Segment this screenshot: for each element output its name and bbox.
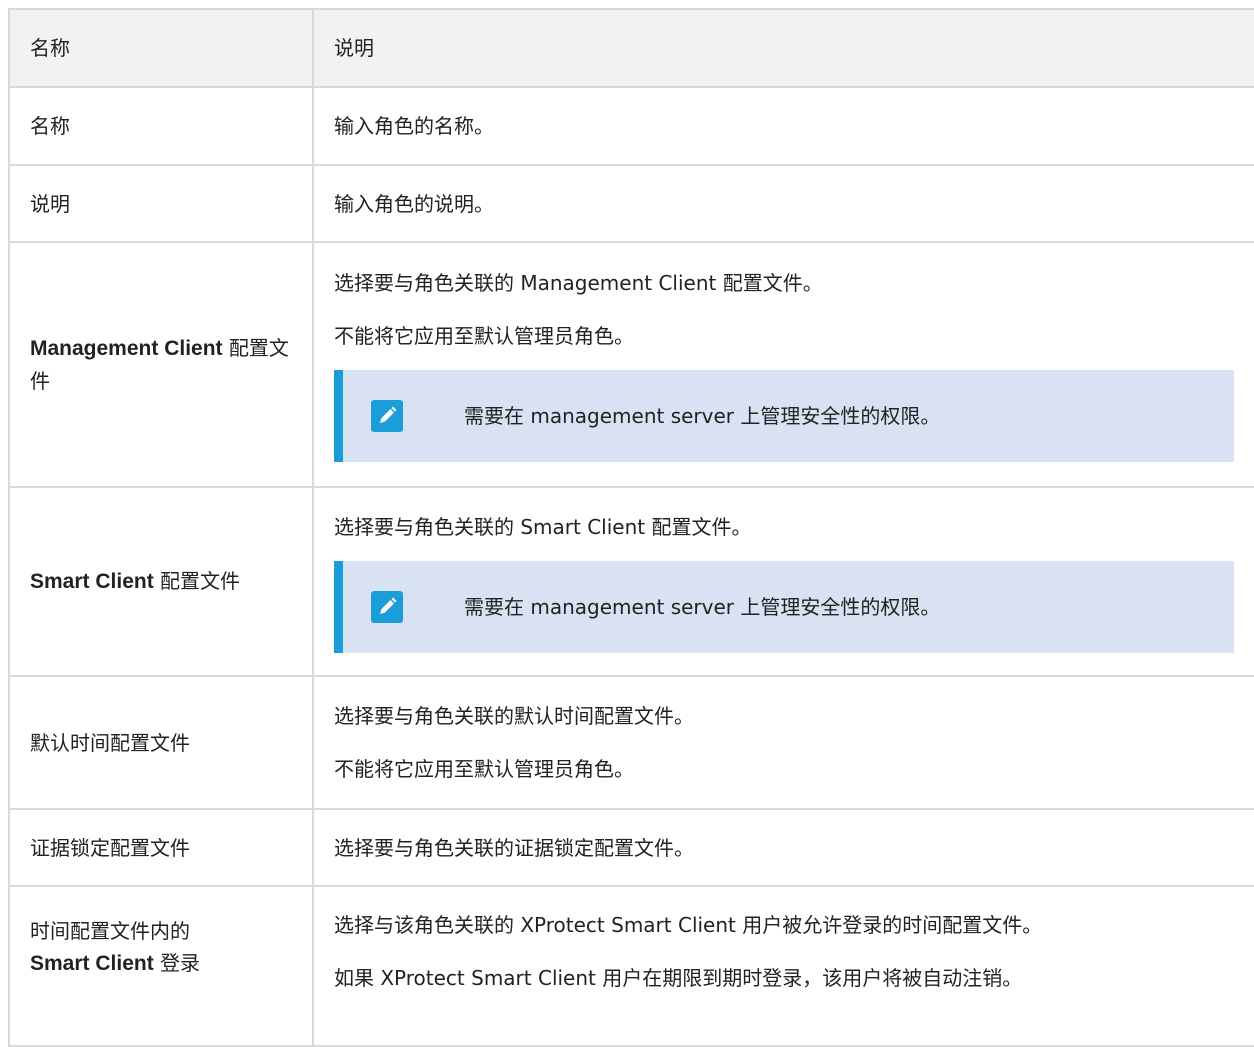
row-desc-cell: 选择要与角色关联的默认时间配置文件。 不能将它应用至默认管理员角色。	[312, 675, 1254, 810]
header-name: 名称	[8, 8, 314, 88]
row-desc-cell: 输入角色的名称。	[312, 86, 1254, 166]
desc-text: 输入角色的说明。	[334, 191, 494, 216]
desc-text: 选择要与角色关联的证据锁定配置文件。	[334, 835, 694, 860]
row-desc-cell: 选择要与角色关联的 Smart Client 配置文件。 需要在 managem…	[312, 486, 1254, 677]
desc-text: 选择要与角色关联的默认时间配置文件。	[334, 704, 694, 728]
name-rest: 配置文件	[153, 569, 241, 593]
desc-text: 不能将它应用至默认管理员角色。	[334, 324, 634, 348]
row-name-cell: Management Client 配置文件	[8, 241, 314, 488]
desc-text: 如果 XProtect Smart Client 用户在期限到期时登录，该用户将…	[334, 966, 1023, 990]
row-desc-cell: 选择要与角色关联的 Management Client 配置文件。 不能将它应用…	[312, 241, 1254, 488]
pencil-icon	[371, 590, 403, 623]
name-bold: Smart Client	[30, 570, 154, 593]
row-name-cell: Smart Client 配置文件	[8, 486, 314, 677]
desc-text: 选择与该角色关联的 XProtect Smart Client 用户被允许登录的…	[334, 913, 1043, 937]
table-row: Smart Client 配置文件 选择要与角色关联的 Smart Client…	[8, 486, 1254, 677]
desc-text: 选择要与角色关联的 Management Client 配置文件。	[334, 271, 823, 295]
table-header-row: 名称 说明	[8, 8, 1254, 88]
note-text: 需要在 management server 上管理安全性的权限。	[464, 594, 941, 619]
header-description: 说明	[312, 8, 1254, 88]
row-name-cell: 时间配置文件内的 Smart Client 登录	[8, 885, 314, 1047]
name-bold: Management Client	[30, 337, 223, 360]
note-text: 需要在 management server 上管理安全性的权限。	[464, 404, 941, 428]
name-bold: Smart Client	[30, 952, 154, 975]
table-row: 名称 输入角色的名称。	[8, 86, 1254, 166]
table-row: 证据锁定配置文件 选择要与角色关联的证据锁定配置文件。	[8, 808, 1254, 887]
table-row: 时间配置文件内的 Smart Client 登录 选择与该角色关联的 XProt…	[8, 885, 1254, 1047]
note-box: 需要在 management server 上管理安全性的权限。	[334, 370, 1234, 462]
pencil-icon	[371, 400, 403, 432]
row-name-cell: 名称	[8, 86, 314, 166]
row-name-cell: 默认时间配置文件	[8, 675, 314, 810]
table-row: 说明 输入角色的说明。	[8, 164, 1254, 243]
desc-text: 输入角色的名称。	[334, 114, 494, 138]
row-desc-cell: 选择要与角色关联的证据锁定配置文件。	[312, 808, 1254, 887]
desc-text: 不能将它应用至默认管理员角色。	[334, 757, 634, 781]
table-row: 默认时间配置文件 选择要与角色关联的默认时间配置文件。 不能将它应用至默认管理员…	[8, 675, 1254, 810]
desc-text: 选择要与角色关联的 Smart Client 配置文件。	[334, 514, 752, 539]
table-row: Management Client 配置文件 选择要与角色关联的 Managem…	[8, 241, 1254, 488]
row-desc-cell: 选择与该角色关联的 XProtect Smart Client 用户被允许登录的…	[312, 885, 1254, 1047]
row-name-cell: 说明	[8, 164, 314, 243]
properties-table: 名称 说明 名称 输入角色的名称。 说明 输入角色的说明。 Management…	[8, 8, 1254, 1047]
row-name-cell: 证据锁定配置文件	[8, 808, 314, 887]
row-desc-cell: 输入角色的说明。	[312, 164, 1254, 243]
name-line1: 时间配置文件内的	[30, 919, 190, 943]
name-rest: 登录	[153, 951, 201, 975]
note-box: 需要在 management server 上管理安全性的权限。	[334, 560, 1234, 653]
